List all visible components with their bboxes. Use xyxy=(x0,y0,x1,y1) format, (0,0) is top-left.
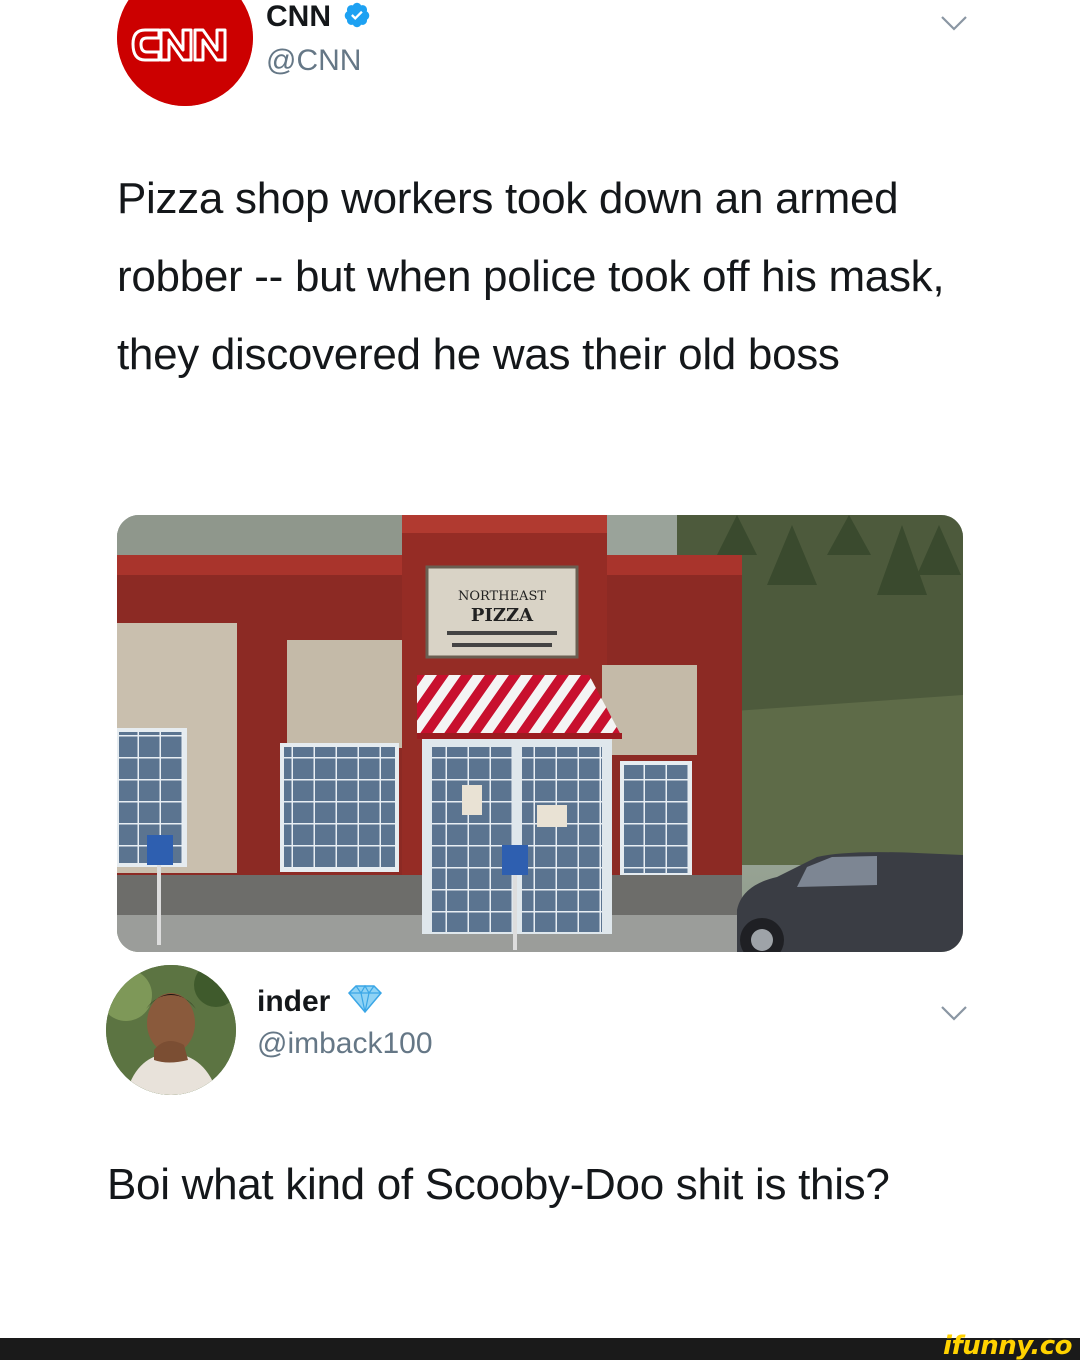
author-name[interactable]: CNN xyxy=(266,0,331,34)
author-block: CNN @CNN xyxy=(266,0,371,78)
chevron-down-icon[interactable] xyxy=(940,1004,968,1022)
verified-badge-icon xyxy=(343,1,371,34)
author-handle[interactable]: @CNN xyxy=(266,44,371,78)
author-block: inder @imback100 xyxy=(257,984,433,1061)
diamond-icon xyxy=(345,984,385,1019)
pizza-shop-image: NORTHEAST PIZZA xyxy=(117,515,963,952)
tweet-text: Boi what kind of Scooby-Doo shit is this… xyxy=(107,1160,890,1209)
sign-line-1: NORTHEAST xyxy=(458,589,546,604)
tweet-photo[interactable]: NORTHEAST PIZZA xyxy=(117,515,963,952)
profile-photo-image xyxy=(106,965,236,1095)
tweet-reply: inder @imback100 Boi what kind of Scooby… xyxy=(0,960,1080,1340)
cnn-logo-icon xyxy=(117,0,253,106)
footer-bar xyxy=(0,1338,1080,1360)
tweet-cnn: CNN @CNN Pizza shop workers took down an… xyxy=(0,0,1080,960)
avatar[interactable] xyxy=(117,0,253,106)
watermark[interactable]: ifunny.co xyxy=(943,1331,1072,1361)
avatar[interactable] xyxy=(106,965,236,1095)
sign-line-2: PIZZA xyxy=(471,605,534,626)
tweet-text: Pizza shop workers took down an armed ro… xyxy=(117,174,945,379)
author-handle[interactable]: @imback100 xyxy=(257,1027,433,1061)
chevron-down-icon[interactable] xyxy=(940,14,968,32)
author-name[interactable]: inder xyxy=(257,985,330,1019)
